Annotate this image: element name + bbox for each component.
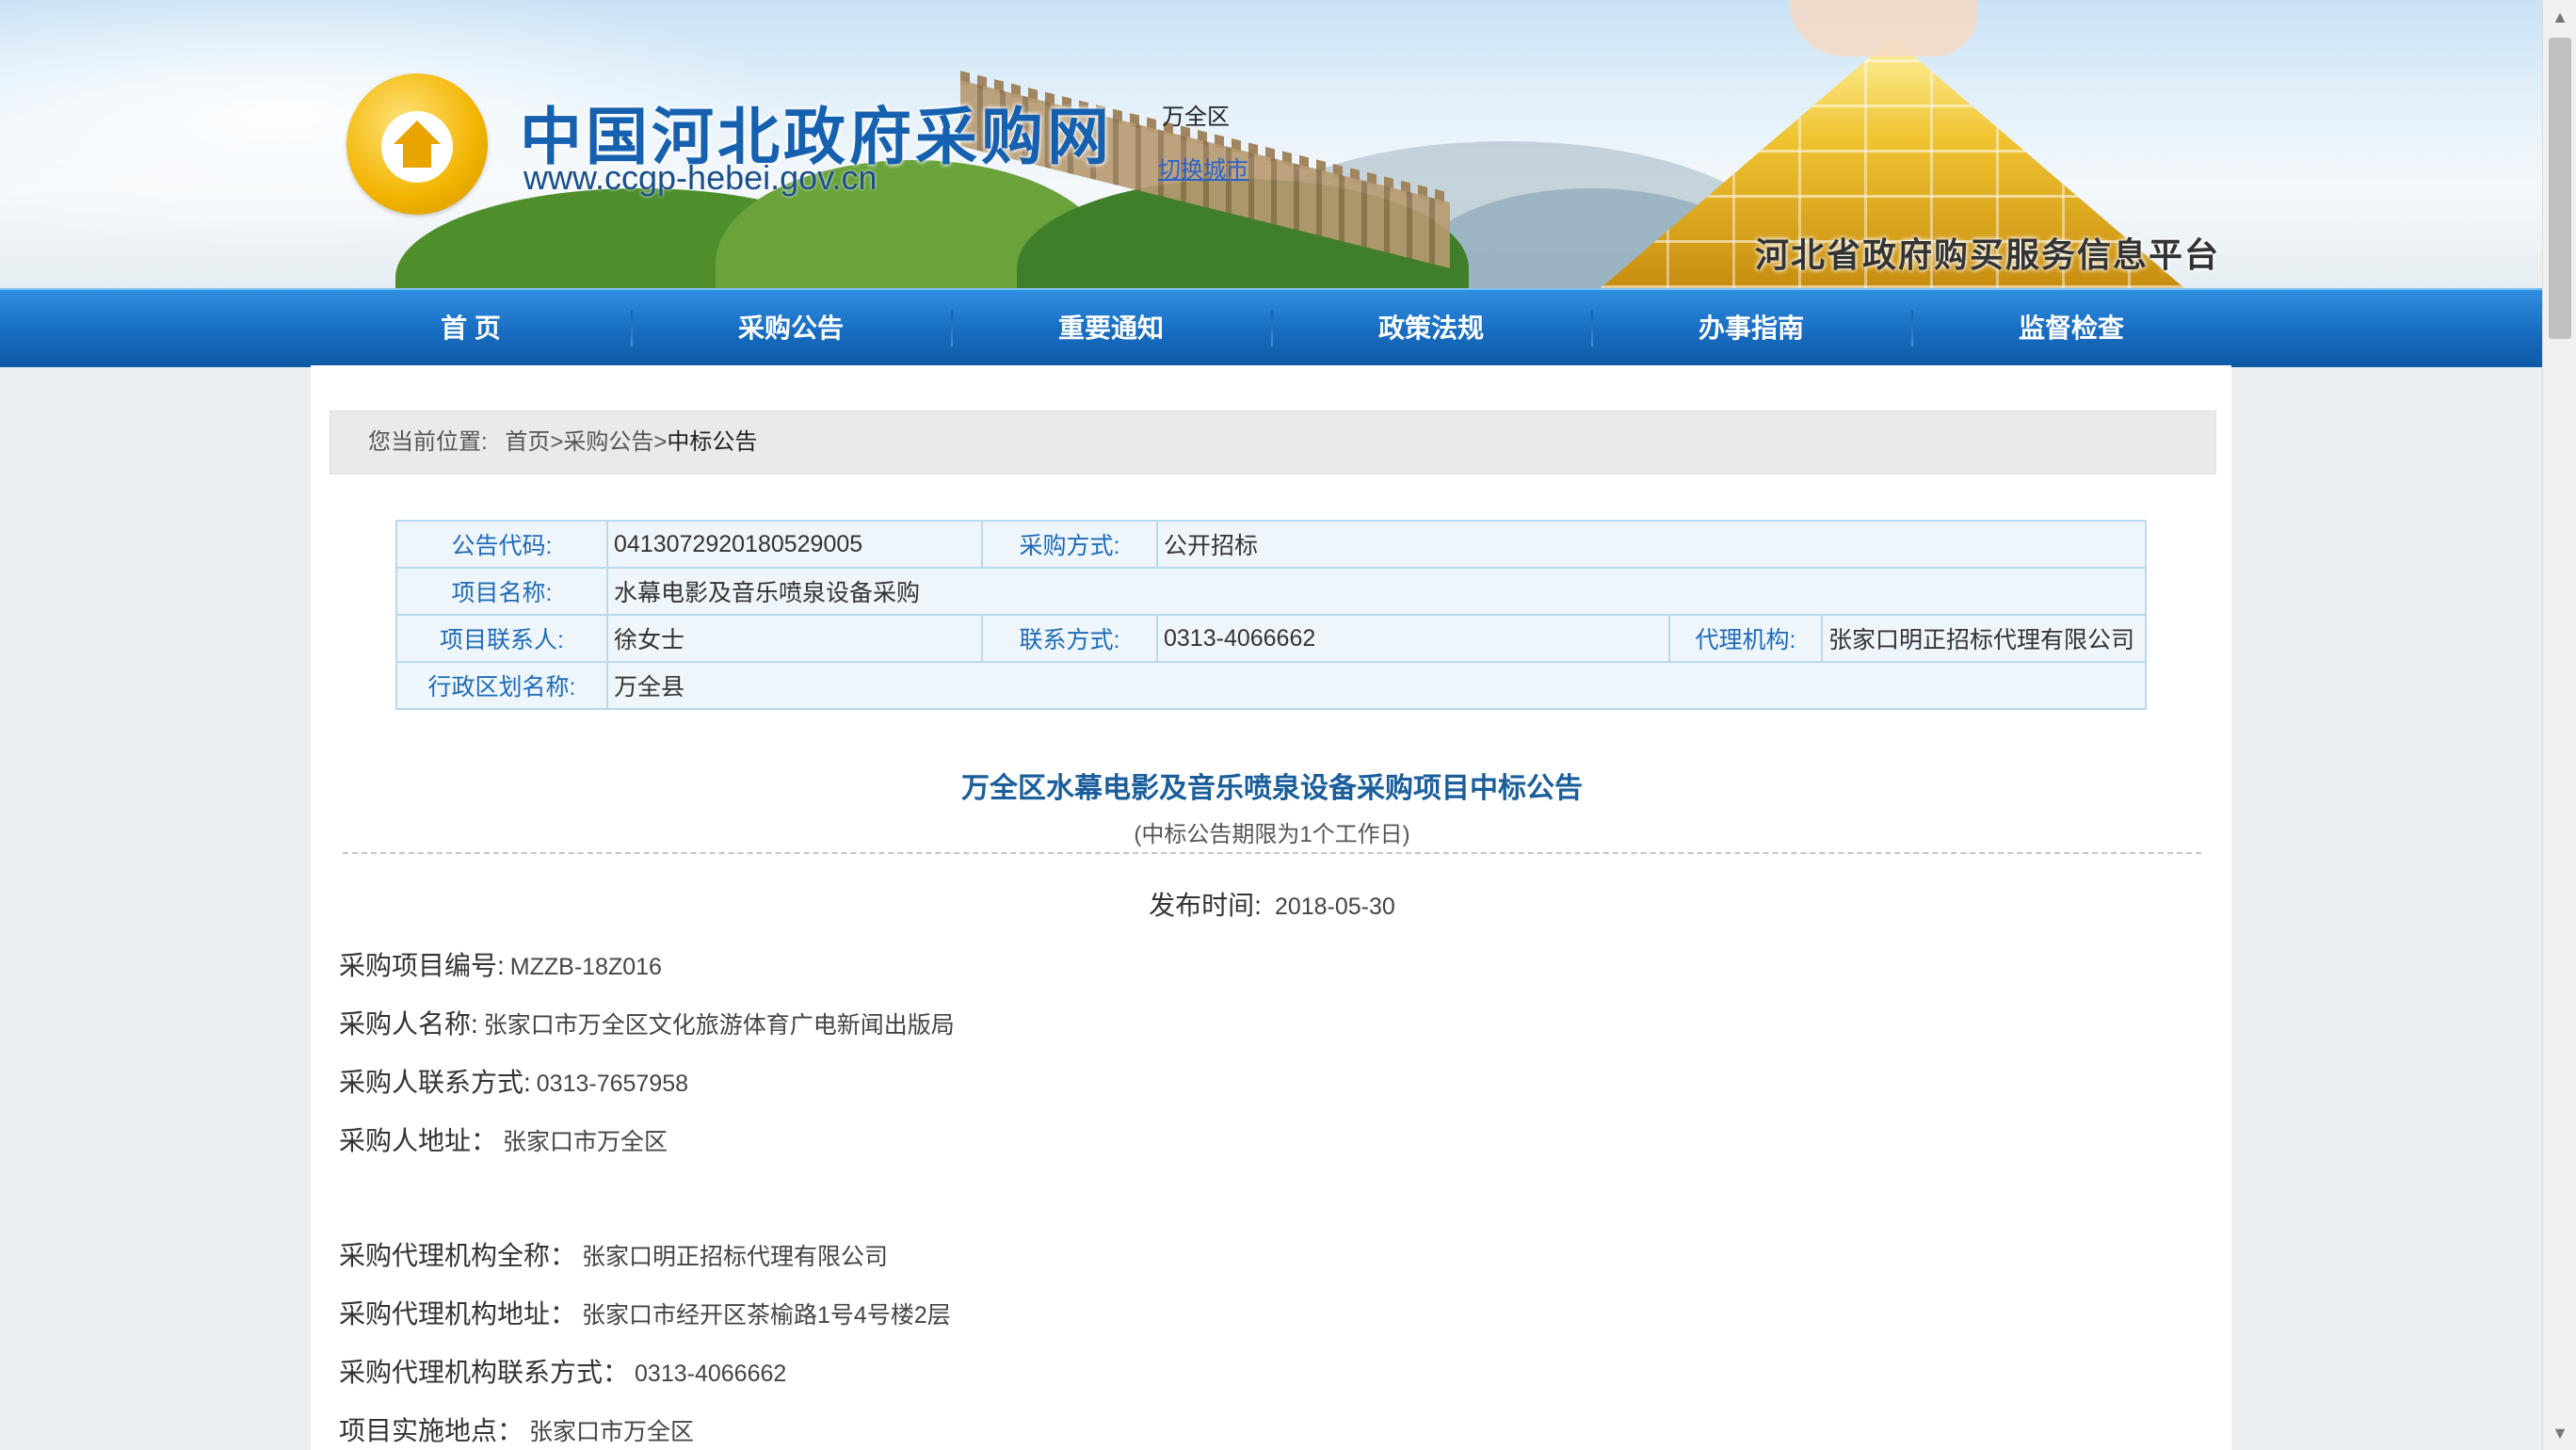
field-label: 采购项目编号: — [339, 951, 505, 980]
project-label: 项目名称: — [395, 567, 608, 616]
switch-city-link[interactable]: 切换城市 — [1158, 151, 1248, 184]
field-project-location: 项目实施地点： 张家口市万全区 — [339, 1410, 694, 1448]
field-value: 0313-4066662 — [635, 1361, 787, 1387]
announcement-title: 万全区水幕电影及音乐喷泉设备采购项目中标公告 — [961, 773, 1583, 804]
field-label: 采购人联系方式: — [339, 1068, 531, 1097]
method-label: 采购方式: — [981, 520, 1158, 569]
field-project-number: 采购项目编号: MZZB-18Z016 — [339, 945, 662, 983]
breadcrumb-label: 您当前位置: — [368, 429, 488, 455]
field-label: 采购代理机构地址： — [339, 1299, 577, 1329]
dashed-divider — [343, 852, 2201, 854]
field-agency-name: 采购代理机构全称： 张家口明正招标代理有限公司 — [339, 1235, 888, 1273]
breadcrumb-procurement[interactable]: 采购公告 — [563, 429, 653, 455]
nav-item-home[interactable]: 首 页 — [311, 290, 631, 367]
field-value: MZZB-18Z016 — [509, 954, 662, 980]
publish-date: 2018-05-30 — [1274, 894, 1395, 920]
contact-value: 徐女士 — [606, 614, 983, 663]
region-value: 万全县 — [606, 661, 2147, 710]
table-row: 公告代码: 0413072920180529005 采购方式: 公开招标 — [395, 520, 2147, 569]
code-value: 0413072920180529005 — [606, 520, 983, 569]
field-purchaser-address: 采购人地址： 张家口市万全区 — [339, 1120, 668, 1158]
breadcrumb-current: 中标公告 — [667, 429, 758, 455]
breadcrumb-separator: > — [550, 429, 564, 455]
method-value: 公开招标 — [1156, 520, 2147, 569]
page: 中国河北政府采购网 www.ccgp-hebei.gov.cn 万全区 切换城市… — [0, 0, 2542, 1450]
site-url: www.ccgp-hebei.gov.cn — [523, 158, 877, 197]
vertical-scrollbar[interactable]: ▲ ▼ — [2542, 0, 2576, 1450]
main-nav: 首 页 采购公告 重要通知 政策法规 办事指南 监督检查 — [0, 288, 2542, 367]
scrollbar-thumb[interactable] — [2549, 38, 2571, 339]
field-value: 张家口市万全区 — [529, 1419, 695, 1445]
hand-image — [1789, 0, 1977, 56]
agency-value: 张家口明正招标代理有限公司 — [1821, 614, 2147, 663]
nav-item-policy[interactable]: 政策法规 — [1271, 290, 1591, 367]
field-value: 0313-7657958 — [536, 1071, 689, 1097]
field-agency-address: 采购代理机构地址： 张家口市经开区茶榆路1号4号楼2层 — [339, 1294, 951, 1331]
scroll-up-icon[interactable]: ▲ — [2543, 0, 2576, 34]
current-city: 万全区 — [1162, 104, 1230, 130]
field-label: 采购人名称: — [339, 1009, 478, 1039]
announcement-subtitle: (中标公告期限为1个工作日) — [1134, 822, 1410, 847]
header-banner: 中国河北政府采购网 www.ccgp-hebei.gov.cn 万全区 切换城市… — [0, 0, 2542, 288]
publish-time: 发布时间: 2018-05-30 — [330, 885, 2214, 923]
platform-name: 河北省政府购买服务信息平台 — [1755, 235, 2221, 274]
table-row: 项目联系人: 徐女士 联系方式: 0313-4066662 代理机构: 张家口明… — [395, 614, 2147, 663]
field-label: 采购人地址： — [339, 1126, 498, 1155]
nav-item-supervision[interactable]: 监督检查 — [1911, 290, 2231, 367]
publish-label: 发布时间: — [1149, 891, 1262, 920]
field-agency-contact: 采购代理机构联系方式： 0313-4066662 — [339, 1352, 786, 1390]
code-label: 公告代码: — [395, 520, 608, 569]
field-value: 张家口市经开区茶榆路1号4号楼2层 — [582, 1302, 951, 1329]
phone-value: 0313-4066662 — [1156, 614, 1670, 663]
breadcrumb-separator: > — [653, 429, 668, 455]
field-value: 张家口市万全区文化旅游体育广电新闻出版局 — [483, 1012, 955, 1039]
phone-label: 联系方式: — [981, 614, 1158, 663]
contact-label: 项目联系人: — [395, 614, 608, 663]
nav-item-guide[interactable]: 办事指南 — [1591, 290, 1911, 367]
field-purchaser-name: 采购人名称: 张家口市万全区文化旅游体育广电新闻出版局 — [339, 1004, 955, 1041]
region-label: 行政区划名称: — [395, 661, 608, 710]
agency-label: 代理机构: — [1668, 614, 1823, 663]
info-table: 公告代码: 0413072920180529005 采购方式: 公开招标 项目名… — [395, 520, 2147, 710]
nav-item-procurement[interactable]: 采购公告 — [631, 290, 951, 367]
project-value: 水幕电影及音乐喷泉设备采购 — [606, 567, 2147, 616]
field-value: 张家口明正招标代理有限公司 — [582, 1244, 889, 1270]
breadcrumb-home[interactable]: 首页 — [505, 429, 550, 455]
table-row: 项目名称: 水幕电影及音乐喷泉设备采购 — [395, 567, 2147, 616]
field-label: 采购代理机构联系方式： — [339, 1358, 630, 1387]
field-value: 张家口市万全区 — [503, 1129, 668, 1155]
breadcrumb: 您当前位置: 首页>采购公告>中标公告 — [330, 411, 2216, 475]
scroll-down-icon[interactable]: ▼ — [2543, 1416, 2576, 1450]
field-label: 项目实施地点： — [339, 1416, 524, 1445]
field-purchaser-contact: 采购人联系方式: 0313-7657958 — [339, 1062, 688, 1100]
field-label: 采购代理机构全称： — [339, 1241, 577, 1270]
nav-item-notices[interactable]: 重要通知 — [951, 290, 1271, 367]
table-row: 行政区划名称: 万全县 — [395, 661, 2147, 710]
